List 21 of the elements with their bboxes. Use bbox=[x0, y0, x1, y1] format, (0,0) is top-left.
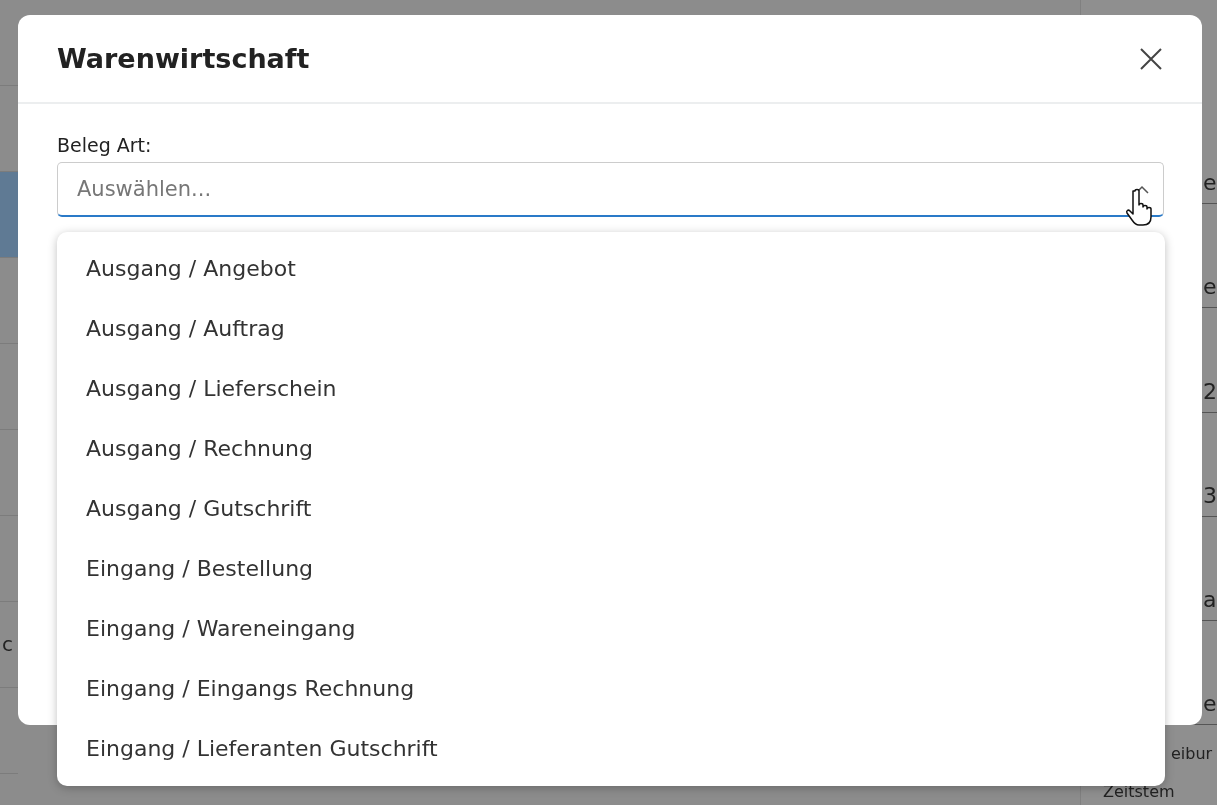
background-text: c bbox=[2, 632, 13, 656]
background-text: a bbox=[1203, 586, 1217, 612]
background-text: 3 bbox=[1203, 482, 1217, 508]
field-label: Beleg Art: bbox=[57, 134, 152, 156]
dropdown-option[interactable]: Ausgang / Auftrag bbox=[57, 298, 1165, 358]
background-text: eibur bbox=[1171, 743, 1214, 765]
dropdown-option[interactable]: Eingang / Eingangs Rechnung bbox=[57, 658, 1165, 718]
dropdown-option[interactable]: Eingang / Lieferanten Gutschrift bbox=[57, 718, 1165, 778]
dropdown-option[interactable]: Ausgang / Rechnung bbox=[57, 418, 1165, 478]
dropdown-option[interactable]: Eingang / Bestellung bbox=[57, 538, 1165, 598]
background-text: e bbox=[1203, 691, 1217, 717]
dropdown-option[interactable]: Ausgang / Angebot bbox=[57, 238, 1165, 298]
dropdown-option[interactable]: Ausgang / Lieferschein bbox=[57, 358, 1165, 418]
dropdown-option[interactable]: Eingang / Wareneingang bbox=[57, 598, 1165, 658]
background-text: e bbox=[1203, 170, 1217, 196]
background-text: e bbox=[1203, 274, 1217, 300]
background-text: Zeitstem bbox=[1103, 781, 1176, 803]
background-text: 2 bbox=[1203, 378, 1217, 404]
dropdown-option[interactable]: Ausgang / Gutschrift bbox=[57, 478, 1165, 538]
close-icon[interactable] bbox=[1138, 45, 1164, 72]
dialog-title: Warenwirtschaft bbox=[57, 43, 310, 74]
